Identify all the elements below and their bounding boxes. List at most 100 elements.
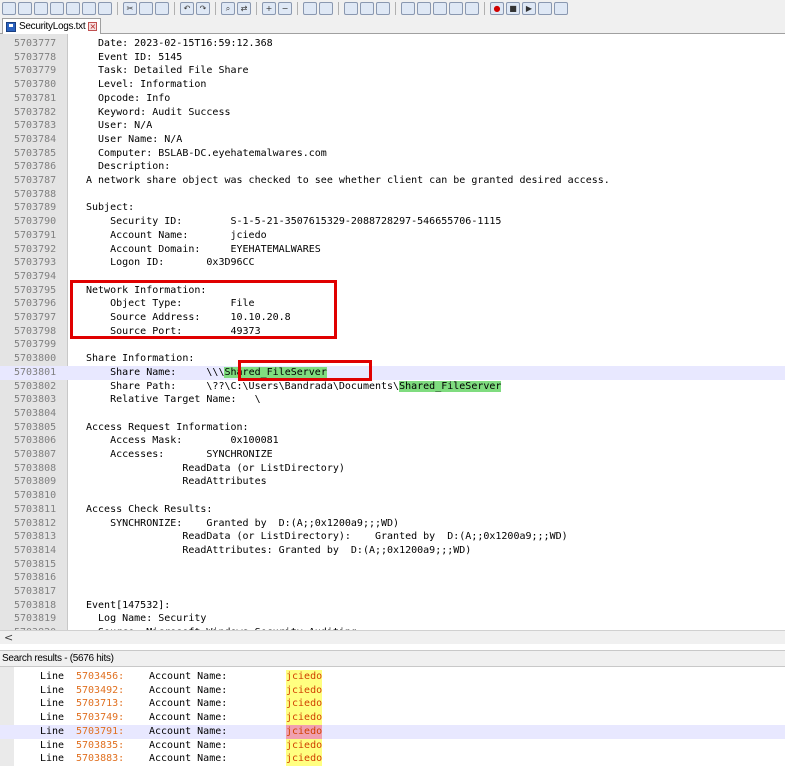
editor-line[interactable]: 5703806 Access Mask: 0x100081 [0, 434, 785, 448]
search-result-row[interactable]: Line 5703883: Account Name: jciedo [0, 752, 785, 766]
editor-line[interactable]: 5703782 Keyword: Audit Success [0, 106, 785, 120]
editor-line[interactable]: 5703784 User Name: N/A [0, 133, 785, 147]
editor-line[interactable]: 5703778 Event ID: 5145 [0, 51, 785, 65]
result-text: Account Name: [149, 725, 228, 737]
editor-line[interactable]: 5703816 [0, 571, 785, 585]
search-results-pane[interactable]: Line 5703456: Account Name: jciedo Line 57034… [0, 667, 785, 766]
editor-line[interactable]: 5703809 ReadAttributes [0, 475, 785, 489]
editor-line[interactable]: 5703779 Task: Detailed File Share [0, 64, 785, 78]
line-number: 5703804 [14, 407, 57, 419]
save-macro-icon[interactable] [554, 2, 568, 15]
sync-v-icon[interactable] [303, 2, 317, 15]
show-all-icon[interactable] [360, 2, 374, 15]
editor-line[interactable]: 5703802 Share Path: \??\C:\Users\Bandrad… [0, 380, 785, 394]
save-all-icon[interactable] [50, 2, 64, 15]
editor-line[interactable]: 5703786 Description: [0, 160, 785, 174]
result-line-number: 5703791: [76, 725, 125, 737]
line-number: 5703789 [14, 202, 57, 214]
line-number: 5703784 [14, 133, 57, 145]
editor-line[interactable]: 5703819 Log Name: Security [0, 612, 785, 626]
function-list-icon[interactable] [433, 2, 447, 15]
record-macro-icon[interactable]: ● [490, 2, 504, 15]
line-number: 5703796 [14, 298, 57, 310]
editor-line[interactable]: 5703807 Accesses: SYNCHRONIZE [0, 448, 785, 462]
folder-workspace-icon[interactable] [449, 2, 463, 15]
line-number: 5703787 [14, 175, 57, 186]
doc-map-icon[interactable] [417, 2, 431, 15]
search-result-row[interactable]: Line 5703456: Account Name: jciedo [0, 670, 785, 684]
search-result-row[interactable]: Line 5703492: Account Name: jciedo [0, 683, 785, 698]
editor-line[interactable]: 5703780 Level: Information [0, 78, 785, 92]
highlighted-match: Shared_FileServer [399, 380, 502, 392]
monitor-icon[interactable] [465, 2, 479, 15]
editor-line[interactable]: 5703813 ReadData (or ListDirectory): Gra… [0, 530, 785, 544]
editor-line[interactable]: 5703792 Account Domain: EYEHATEMALWARES [0, 243, 785, 257]
horizontal-scrollbar[interactable]: < [0, 630, 785, 644]
editor-line[interactable]: 5703791 Account Name: jciedo [0, 229, 785, 243]
stop-macro-icon[interactable]: ■ [506, 2, 520, 15]
undo-icon[interactable]: ↶ [180, 2, 194, 15]
editor-line[interactable]: 5703781 Opcode: Info [0, 92, 785, 106]
editor-line[interactable]: 5703799 [0, 338, 785, 352]
editor-line[interactable]: 5703800 Share Information: [0, 352, 785, 366]
editor-line[interactable]: 5703785 Computer: BSLAB-DC.eyehatemalwar… [0, 147, 785, 161]
editor-line[interactable]: 5703801 Share Name: \\\Shared_FileServer [0, 365, 785, 380]
editor-line[interactable]: 5703805 Access Request Information: [0, 421, 785, 435]
run-macro-icon[interactable] [538, 2, 552, 15]
toolbar-separator [215, 2, 216, 15]
lang-icon[interactable] [401, 2, 415, 15]
editor-line[interactable]: 5703777 Date: 2023-02-15T16:59:12.368 [0, 37, 785, 51]
editor-line[interactable]: 5703808 ReadData (or ListDirectory) [0, 462, 785, 476]
editor-line[interactable]: 5703810 [0, 489, 785, 503]
copy-icon[interactable] [139, 2, 153, 15]
new-file-icon[interactable] [2, 2, 16, 15]
result-line-number: 5703835: [76, 739, 125, 751]
close-all-icon[interactable] [82, 2, 96, 15]
line-number: 5703785 [14, 147, 57, 159]
close-icon[interactable] [66, 2, 80, 15]
indent-guide-icon[interactable] [376, 2, 390, 15]
search-result-row[interactable]: Line 5703835: Account Name: jciedo [0, 738, 785, 753]
editor-line[interactable]: 5703793 Logon ID: 0x3D96CC [0, 256, 785, 270]
result-prefix: Line [40, 698, 65, 710]
line-number: 5703810 [14, 490, 57, 502]
toolbar-separator [297, 2, 298, 15]
find-icon[interactable]: ⌕ [221, 2, 235, 15]
line-text: SYNCHRONIZE: Granted by D:(A;;0x1200a9;;… [86, 517, 400, 529]
editor-line[interactable]: 5703818 Event[147532]: [0, 599, 785, 613]
editor-line[interactable]: 5703817 [0, 585, 785, 599]
close-icon[interactable]: × [88, 22, 98, 31]
editor-line[interactable]: 5703789 Subject: [0, 201, 785, 215]
zoom-in-icon[interactable]: + [262, 2, 276, 15]
line-number: 5703814 [14, 544, 57, 556]
zoom-out-icon[interactable]: − [278, 2, 292, 15]
search-result-row[interactable]: Line 5703791: Account Name: jciedo [0, 724, 785, 739]
editor-line[interactable]: 5703815 [0, 558, 785, 572]
editor-line[interactable]: 5703787 A network share object was checke… [0, 174, 785, 188]
cut-icon[interactable]: ✂ [123, 2, 137, 15]
word-wrap-icon[interactable] [344, 2, 358, 15]
editor-line[interactable]: 5703811 Access Check Results: [0, 503, 785, 517]
sync-h-icon[interactable] [319, 2, 333, 15]
print-icon[interactable] [98, 2, 112, 15]
editor-line[interactable]: 5703803 Relative Target Name: \ [0, 393, 785, 407]
editor-line[interactable]: 5703790 Security ID: S-1-5-21-3507615329… [0, 215, 785, 229]
editor-line[interactable]: 5703804 [0, 407, 785, 421]
editor-line[interactable]: 5703814 ReadAttributes: Granted by D:(A;… [0, 544, 785, 558]
scroll-left-icon[interactable]: < [4, 631, 13, 644]
search-result-row[interactable]: Line 5703749: Account Name: jciedo [0, 711, 785, 726]
replace-icon[interactable]: ⇄ [237, 2, 251, 15]
tab-label: SecurityLogs.txt [19, 21, 86, 32]
open-file-icon[interactable] [18, 2, 32, 15]
paste-icon[interactable] [155, 2, 169, 15]
line-number: 5703800 [14, 353, 57, 365]
save-icon[interactable] [34, 2, 48, 15]
play-macro-icon[interactable]: ▶ [522, 2, 536, 15]
editor-line[interactable]: 5703812 SYNCHRONIZE: Granted by D:(A;;0x… [0, 517, 785, 531]
line-text: Task: Detailed File Share [86, 65, 249, 77]
tab-securitylogs[interactable]: SecurityLogs.txt × [2, 18, 102, 34]
search-result-row[interactable]: Line 5703713: Account Name: jciedo [0, 697, 785, 712]
editor-line[interactable]: 5703788 [0, 188, 785, 202]
editor-line[interactable]: 5703783 User: N/A [0, 119, 785, 133]
redo-icon[interactable]: ↷ [196, 2, 210, 15]
